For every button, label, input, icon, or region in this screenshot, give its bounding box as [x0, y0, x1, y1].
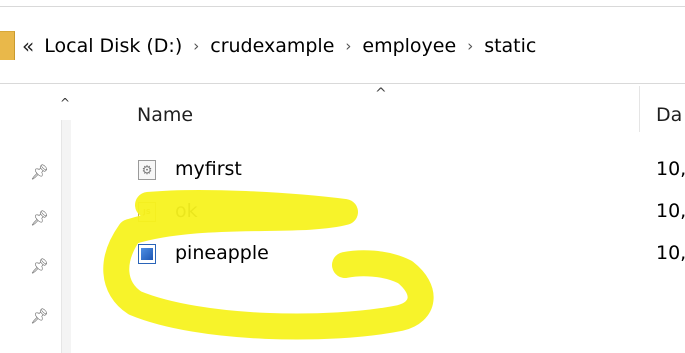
config-file-icon: ⚙: [138, 160, 156, 180]
file-row-ok[interactable]: JS ok 10,: [120, 192, 685, 232]
breadcrumb-item-crudexample[interactable]: crudexample: [210, 35, 334, 57]
navigation-pane: ^ 📌︎ 📌︎ 📌︎ 📌︎: [0, 86, 72, 353]
breadcrumb-item-local-disk[interactable]: Local Disk (D:): [44, 35, 182, 57]
pin-icon[interactable]: 📌︎: [30, 164, 49, 180]
file-date: 10,: [656, 158, 685, 180]
file-date: 10,: [656, 200, 685, 222]
address-bar[interactable]: « Local Disk (D:) › crudexample › employ…: [0, 6, 685, 84]
breadcrumb-item-static[interactable]: static: [484, 35, 536, 57]
column-header-date[interactable]: Da: [656, 104, 685, 126]
chevron-right-icon[interactable]: ›: [345, 37, 351, 55]
chevron-right-icon[interactable]: ›: [193, 37, 199, 55]
file-row-myfirst[interactable]: ⚙ myfirst 10,: [120, 150, 685, 190]
file-name: pineapple: [175, 242, 269, 264]
breadcrumb-item-employee[interactable]: employee: [362, 35, 456, 57]
file-date: 10,: [656, 242, 685, 264]
pin-icon[interactable]: 📌︎: [30, 258, 49, 274]
column-header-row: ^ Name Da: [120, 86, 685, 142]
column-header-name[interactable]: Name: [137, 104, 193, 126]
pin-icon[interactable]: 📌︎: [30, 210, 49, 226]
file-name: ok: [175, 200, 198, 222]
sort-ascending-icon: ^: [375, 86, 387, 102]
chevron-right-icon[interactable]: ›: [467, 37, 473, 55]
scroll-up-button[interactable]: ^: [60, 96, 70, 110]
image-file-icon: [138, 244, 156, 264]
breadcrumb: « Local Disk (D:) › crudexample › employ…: [22, 7, 536, 85]
file-name: myfirst: [175, 158, 242, 180]
column-divider[interactable]: [639, 86, 640, 132]
js-file-icon: JS: [138, 202, 156, 222]
breadcrumb-overflow-button[interactable]: «: [22, 34, 34, 58]
pin-icon[interactable]: 📌︎: [30, 308, 49, 324]
folder-icon: [0, 31, 15, 60]
file-row-pineapple[interactable]: pineapple 10,: [120, 234, 685, 274]
navigation-pane-scrollbar[interactable]: [61, 120, 71, 353]
